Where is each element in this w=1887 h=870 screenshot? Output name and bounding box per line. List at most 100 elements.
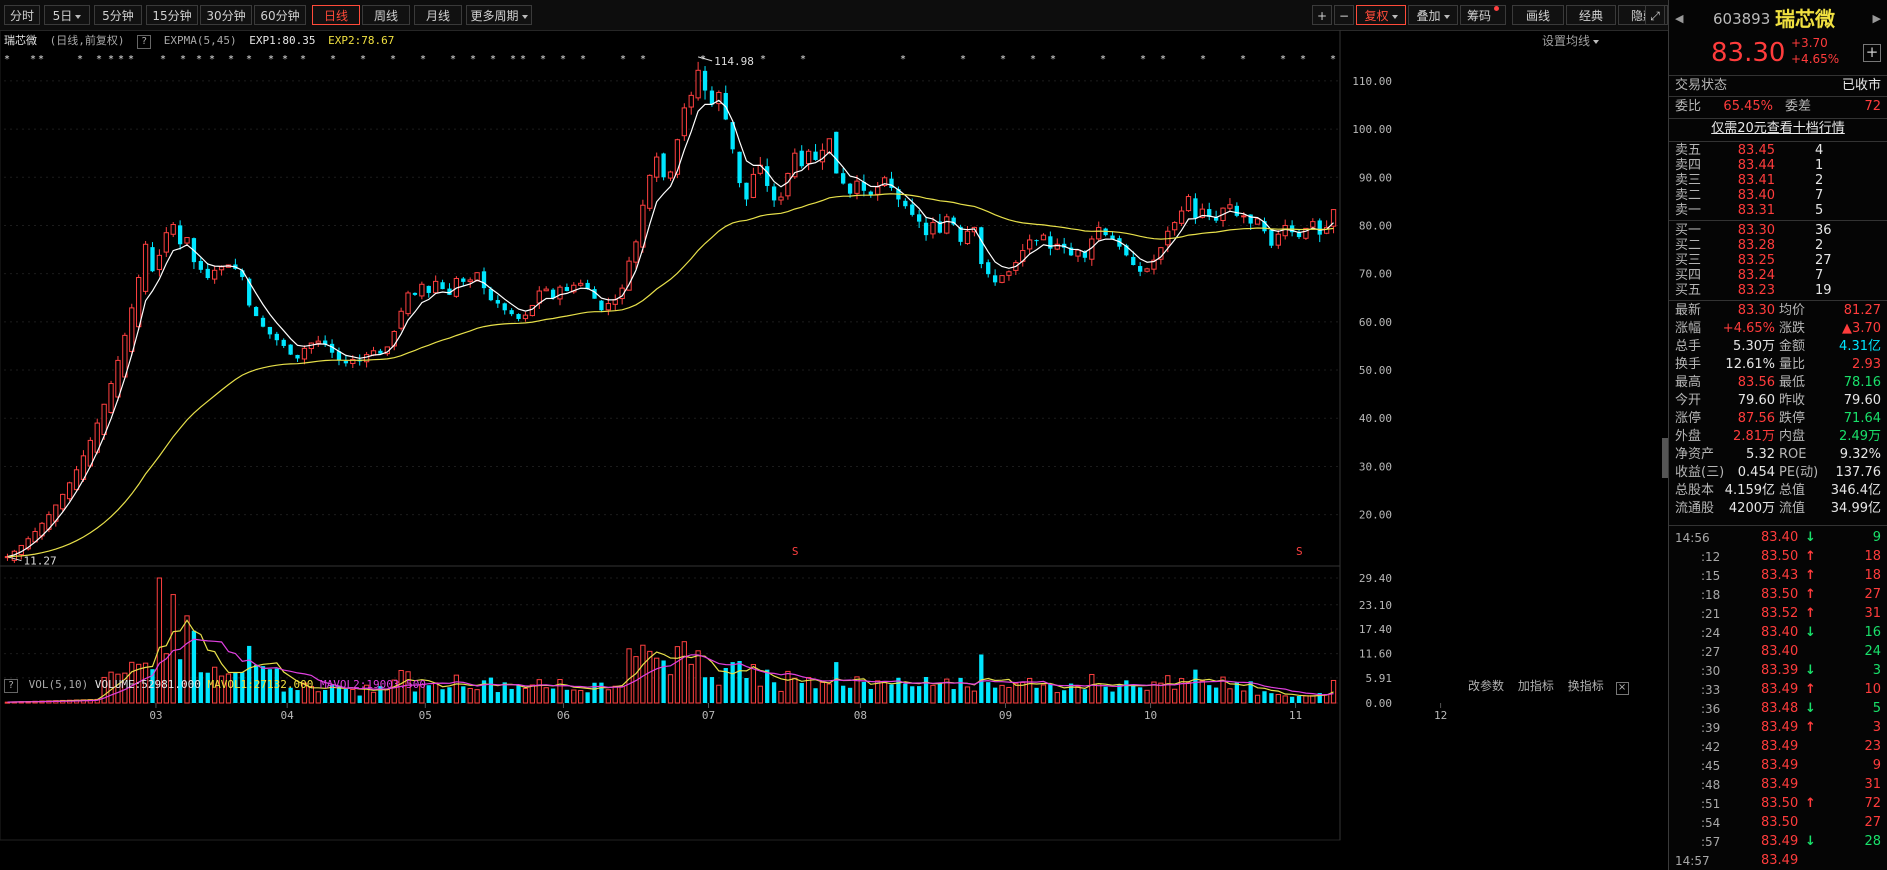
candle-body [509, 310, 514, 315]
level10-promo-link[interactable]: 仅需20元查看十档行情 [1675, 120, 1881, 138]
next-stock-icon[interactable]: ▶ [1873, 7, 1881, 31]
tab-9[interactable]: 更多周期 [466, 5, 532, 25]
volume-bar [1254, 694, 1261, 704]
candle-body [578, 282, 584, 286]
volume-bar [557, 679, 563, 704]
tick-row: :18 83.50 ↑ 27 [1675, 586, 1881, 604]
tab-label: 60分钟 [260, 9, 300, 23]
signal-star-icon: * [1050, 54, 1056, 65]
stat-value: 78.16 [1843, 375, 1881, 390]
volume-bar [1103, 686, 1108, 703]
wb-row: 委比 65.45% 委差 72 [1675, 98, 1881, 116]
indicator-label[interactable]: EXPMA(5,45) [164, 34, 237, 47]
tick-time: :12 [1701, 550, 1721, 564]
toolbar-button-0[interactable]: + [1312, 5, 1332, 25]
tab-6[interactable]: 日线 [312, 5, 360, 25]
tab-0[interactable]: 分时 [4, 5, 40, 25]
tick-row: :24 83.40 ↓ 16 [1675, 624, 1881, 642]
fullscreen-icon[interactable]: ⤢ [1645, 5, 1665, 25]
volume-bar [992, 687, 998, 703]
candle-body [910, 204, 915, 215]
signal-star-icon: * [1160, 54, 1166, 65]
toolbar-button-6[interactable]: 经典 [1566, 5, 1616, 25]
tab-8[interactable]: 月线 [414, 5, 462, 25]
help-icon[interactable]: ? [4, 679, 18, 693]
edit-params-button[interactable]: 改参数 [1468, 679, 1504, 693]
close-icon[interactable]: × [1615, 682, 1629, 695]
volume-bar [667, 674, 674, 704]
price-row: 83.30 +3.70 +4.65% + [1675, 36, 1881, 68]
tick-price: 83.49 [1761, 834, 1799, 849]
notification-dot-icon [1494, 6, 1499, 11]
ask-row: 卖五 83.45 4 [1675, 143, 1881, 158]
volume-tick-label: 23.10 [1359, 599, 1392, 612]
signal-star-icon: * [1140, 54, 1146, 65]
volume-bar [702, 677, 708, 703]
toolbar-button-5[interactable]: 画线 [1512, 5, 1564, 25]
help-icon[interactable]: ? [137, 35, 152, 49]
candle-body [930, 222, 936, 235]
candle-body [633, 241, 639, 263]
tab-label: 分时 [9, 9, 34, 23]
tab-5[interactable]: 60分钟 [254, 5, 306, 25]
stat-label: 跌停 [1779, 411, 1806, 426]
candle-body [599, 300, 604, 311]
toolbar-button-4[interactable]: 筹码 [1460, 5, 1506, 25]
vol-indicator-label[interactable]: VOL(5,10) [29, 678, 89, 691]
candle-body [1241, 215, 1247, 218]
panel-collapse-handle[interactable] [1662, 438, 1668, 478]
price-tick-label: 90.00 [1359, 171, 1392, 184]
bid-price: 83.28 [1737, 238, 1775, 253]
price-tick-label: 50.00 [1359, 364, 1392, 377]
candle-body [702, 70, 708, 91]
toolbar-button-3[interactable]: 叠加 [1408, 5, 1458, 25]
tab-7[interactable]: 周线 [362, 5, 410, 25]
high-price-label: 114.98 [714, 55, 754, 68]
tick-price: 83.49 [1761, 682, 1799, 697]
month-tick-label: 08 [854, 709, 867, 722]
tab-3[interactable]: 15分钟 [146, 5, 198, 25]
kline-chart[interactable]: 110.00100.0090.0080.0070.0060.0050.0040.… [0, 30, 1668, 870]
toolbar-button-label: + [1316, 9, 1328, 23]
set-ma-button[interactable]: 设置均线 [1542, 32, 1600, 49]
volume-bar [1310, 695, 1316, 704]
volume-bar [792, 677, 798, 704]
volume-bar [805, 676, 812, 704]
period-toolbar: 分时 5日 5分钟 15分钟 30分钟 60分钟 日线 周线 月线 更多周期 + − 复权 叠加 筹码 画线 经… [0, 0, 1668, 31]
tab-1[interactable]: 5日 [44, 5, 90, 25]
price-tick-label: 100.00 [1352, 123, 1392, 136]
candle-body [1296, 232, 1302, 238]
candle-body [1040, 234, 1047, 241]
ask-price: 83.41 [1737, 173, 1775, 188]
add-indicator-button[interactable]: 加指标 [1518, 679, 1554, 693]
tick-time: 14:56 [1675, 531, 1710, 545]
volume-bar [937, 683, 943, 703]
signal-star-icon: * [330, 54, 336, 65]
exp2-label: EXP2:78.67 [328, 34, 395, 47]
month-tick-label: 11 [1289, 709, 1302, 722]
ask-price: 83.45 [1737, 143, 1775, 158]
tab-2[interactable]: 5分钟 [94, 5, 142, 25]
stat-value: 71.64 [1843, 411, 1881, 426]
toolbar-button-2[interactable]: 复权 [1356, 5, 1406, 25]
divider [1669, 141, 1887, 142]
signal-star-icon: * [800, 54, 806, 65]
stat-row: 总手 5.30万 金额 4.31亿 [1675, 338, 1881, 356]
volume-bar [1158, 682, 1164, 704]
signal-star-icon: * [1300, 54, 1306, 65]
volume-bar [737, 661, 742, 703]
bid-volume: 2 [1815, 238, 1824, 253]
month-tick-label: 07 [702, 709, 715, 722]
stat-row: 外盘 2.81万 内盘 2.49万 [1675, 428, 1881, 446]
tick-row: :27 83.40 24 [1675, 643, 1881, 661]
switch-indicator-button[interactable]: 换指标 [1568, 679, 1604, 693]
toolbar-button-1[interactable]: − [1334, 5, 1354, 25]
stat-label: 量比 [1779, 357, 1806, 372]
tick-time: :42 [1701, 740, 1721, 754]
prev-stock-icon[interactable]: ◀ [1675, 7, 1683, 31]
stat-row: 最高 83.56 最低 78.16 [1675, 374, 1881, 392]
stat-label: 总手 [1675, 339, 1702, 354]
tab-4[interactable]: 30分钟 [200, 5, 252, 25]
add-watchlist-icon[interactable]: + [1863, 44, 1881, 62]
stat-value: 346.4亿 [1830, 483, 1881, 498]
